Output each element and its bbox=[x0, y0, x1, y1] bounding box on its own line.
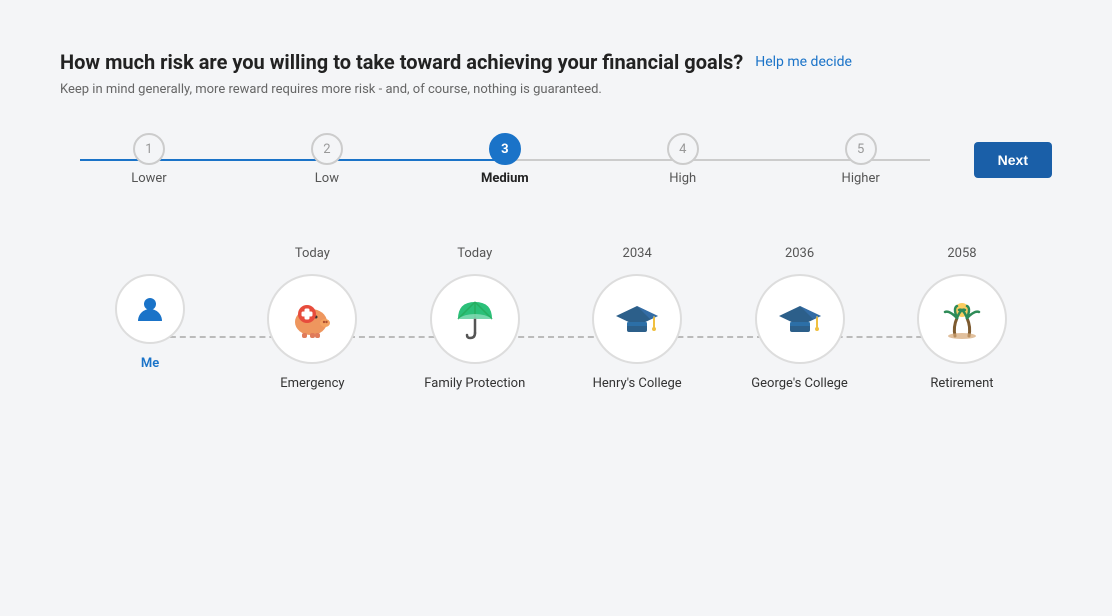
page-container: How much risk are you willing to take to… bbox=[60, 50, 1052, 391]
timeline-icon-georges-college[interactable] bbox=[755, 274, 845, 364]
risk-track: 1 Lower 2 Low 3 Medium 4 High 5 Higher bbox=[60, 133, 950, 186]
timeline-item-me: Me bbox=[80, 246, 220, 371]
timeline-icon-me[interactable] bbox=[115, 274, 185, 344]
help-link[interactable]: Help me decide bbox=[755, 54, 852, 70]
timeline-year-georges-college: 2036 bbox=[785, 246, 814, 264]
me-icon bbox=[132, 291, 168, 327]
timeline-icon-emergency[interactable] bbox=[267, 274, 357, 364]
risk-step-1[interactable]: 1 Lower bbox=[60, 133, 238, 186]
timeline-item-georges-college: 2036 George's College bbox=[730, 246, 870, 391]
timeline-year-emergency: Today bbox=[295, 246, 330, 264]
timeline-item-retirement: 2058 bbox=[892, 246, 1032, 391]
risk-label-3: Medium bbox=[481, 171, 529, 186]
timeline-name-me: Me bbox=[141, 356, 159, 371]
timeline-icon-henrys-college[interactable] bbox=[592, 274, 682, 364]
risk-circle-5[interactable]: 5 bbox=[845, 133, 877, 165]
timeline-items: Me Today bbox=[80, 246, 1032, 391]
risk-label-2: Low bbox=[315, 171, 339, 186]
risk-selector-row: 1 Lower 2 Low 3 Medium 4 High 5 Higher N… bbox=[60, 133, 1052, 186]
risk-circle-2[interactable]: 2 bbox=[311, 133, 343, 165]
georges-college-icon bbox=[773, 292, 827, 346]
risk-step-3[interactable]: 3 Medium bbox=[416, 133, 594, 186]
timeline-section: Me Today bbox=[60, 246, 1052, 391]
timeline-year-family: Today bbox=[457, 246, 492, 264]
timeline-name-emergency: Emergency bbox=[280, 376, 344, 391]
timeline-name-georges-college: George's College bbox=[751, 376, 848, 391]
question-title-row: How much risk are you willing to take to… bbox=[60, 50, 1052, 74]
timeline-item-henrys-college: 2034 Henry' bbox=[567, 246, 707, 391]
question-title: How much risk are you willing to take to… bbox=[60, 50, 743, 74]
timeline-item-family: Today bbox=[405, 246, 545, 391]
risk-label-5: Higher bbox=[842, 171, 880, 186]
timeline-name-retirement: Retirement bbox=[930, 376, 993, 391]
timeline-icon-family[interactable] bbox=[430, 274, 520, 364]
retirement-icon bbox=[935, 292, 989, 346]
risk-label-4: High bbox=[669, 171, 696, 186]
next-button[interactable]: Next bbox=[974, 142, 1052, 178]
timeline-icon-retirement[interactable] bbox=[917, 274, 1007, 364]
timeline-name-henrys-college: Henry's College bbox=[593, 376, 682, 391]
question-subtitle: Keep in mind generally, more reward requ… bbox=[60, 82, 1052, 97]
risk-circle-3[interactable]: 3 bbox=[489, 133, 521, 165]
timeline-item-emergency: Today bbox=[242, 246, 382, 391]
henrys-college-icon bbox=[610, 292, 664, 346]
risk-label-1: Lower bbox=[131, 171, 166, 186]
risk-circle-4[interactable]: 4 bbox=[667, 133, 699, 165]
family-icon bbox=[448, 292, 502, 346]
timeline-year-henrys-college: 2034 bbox=[623, 246, 652, 264]
timeline-year-retirement: 2058 bbox=[947, 246, 976, 264]
emergency-icon bbox=[285, 292, 339, 346]
risk-step-4[interactable]: 4 High bbox=[594, 133, 772, 186]
risk-step-5[interactable]: 5 Higher bbox=[772, 133, 950, 186]
risk-circle-1[interactable]: 1 bbox=[133, 133, 165, 165]
timeline-name-family: Family Protection bbox=[424, 376, 525, 391]
risk-step-2[interactable]: 2 Low bbox=[238, 133, 416, 186]
